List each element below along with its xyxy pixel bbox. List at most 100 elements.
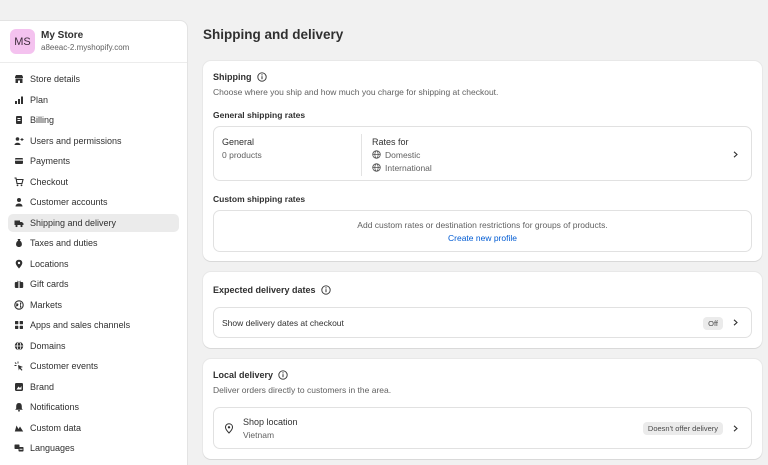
sidebar-item-shipping[interactable]: Shipping and delivery xyxy=(8,213,179,232)
zone-domestic: Domestic xyxy=(372,150,420,160)
sidebar-item-custom-data[interactable]: Custom data xyxy=(8,419,179,437)
info-icon[interactable] xyxy=(320,285,331,295)
sidebar-item-label: Domains xyxy=(30,340,66,351)
settings-nav: Store details Plan Billing Users and per… xyxy=(0,63,187,457)
sidebar-item-label: Shipping and delivery xyxy=(30,217,117,228)
sidebar-item-label: Store details xyxy=(30,74,81,84)
sidebar-item-label: Apps and sales channels xyxy=(30,320,131,330)
languages-icon xyxy=(14,443,24,453)
sidebar-item-label: Taxes and duties xyxy=(30,238,98,248)
events-icon xyxy=(14,361,24,371)
store-switcher[interactable]: MS My Store a8eeac-2.myshopify.com xyxy=(0,21,187,63)
sidebar-item-languages[interactable]: Languages xyxy=(8,439,179,457)
sidebar-item-billing[interactable]: Billing xyxy=(8,111,179,129)
sidebar-item-apps[interactable]: Apps and sales channels xyxy=(8,316,179,334)
sidebar-item-label: Customer accounts xyxy=(30,197,108,207)
expected-delivery-header: Expected delivery dates xyxy=(213,285,331,295)
zone-label: International xyxy=(385,163,432,173)
general-rates-heading: General shipping rates xyxy=(213,110,306,120)
sidebar-item-label: Users and permissions xyxy=(30,135,122,146)
domain-globe-icon xyxy=(14,340,24,351)
shipping-card-header: Shipping xyxy=(213,72,267,82)
sidebar-item-store-details[interactable]: Store details xyxy=(8,70,179,88)
status-badge: Off xyxy=(703,317,723,330)
sidebar-item-customer-events[interactable]: Customer events xyxy=(8,357,179,375)
zone-international: International xyxy=(372,163,432,173)
sidebar-item-label: Markets xyxy=(30,299,63,310)
sidebar-item-label: Brand xyxy=(30,381,55,392)
divider xyxy=(361,134,362,176)
payments-icon xyxy=(14,156,24,166)
sidebar-item-taxes[interactable]: Taxes and duties xyxy=(8,234,179,252)
globe-icon xyxy=(14,299,24,310)
chevron-right-icon xyxy=(733,425,738,432)
info-icon[interactable] xyxy=(256,72,267,82)
store-avatar: MS xyxy=(10,29,35,54)
bell-icon xyxy=(14,402,24,412)
globe-icon xyxy=(372,163,381,172)
shipping-description: Choose where you ship and how much you c… xyxy=(213,87,499,97)
expected-delivery-title: Expected delivery dates xyxy=(213,285,316,295)
globe-icon xyxy=(372,150,381,159)
local-delivery-description: Deliver orders directly to customers in … xyxy=(213,385,392,395)
location-pin-icon xyxy=(14,259,24,269)
sidebar-item-locations[interactable]: Locations xyxy=(8,255,179,273)
sidebar-item-label: Payments xyxy=(30,156,71,166)
store-url: a8eeac-2.myshopify.com xyxy=(41,42,130,52)
status-badge: Doesn't offer delivery xyxy=(642,422,723,435)
delivery-dates-label: Show delivery dates at checkout xyxy=(222,318,344,328)
rates-for-label: Rates for xyxy=(372,137,409,147)
sidebar-item-label: Billing xyxy=(30,115,55,125)
billing-icon xyxy=(14,115,24,125)
cart-icon xyxy=(14,176,24,187)
person-icon xyxy=(14,197,24,207)
sidebar-item-label: Customer events xyxy=(30,361,99,371)
sidebar-item-notifications[interactable]: Notifications xyxy=(8,398,179,416)
sidebar-item-users[interactable]: Users and permissions xyxy=(8,132,179,150)
profile-name: General xyxy=(222,137,255,147)
sidebar-item-brand[interactable]: Brand xyxy=(8,378,179,396)
local-delivery-header: Local delivery xyxy=(213,370,288,380)
gift-card-icon xyxy=(14,279,24,289)
sidebar-item-customer-accounts[interactable]: Customer accounts xyxy=(8,193,179,211)
store-icon xyxy=(14,74,24,84)
plan-icon xyxy=(14,95,24,105)
sidebar-item-plan[interactable]: Plan xyxy=(8,91,179,109)
expected-delivery-card: Expected delivery dates Show delivery da… xyxy=(203,272,762,348)
sidebar-item-label: Checkout xyxy=(30,176,69,187)
sidebar-item-label: Custom data xyxy=(30,422,82,433)
custom-data-icon xyxy=(14,423,24,433)
page-title: Shipping and delivery xyxy=(203,27,344,42)
custom-rates-text: Add custom rates or destination restrict… xyxy=(357,220,608,230)
location-pin-icon xyxy=(224,423,234,434)
create-profile-link[interactable]: Create new profile xyxy=(214,233,751,243)
sidebar-item-domains[interactable]: Domains xyxy=(8,337,179,355)
users-icon xyxy=(14,136,24,146)
tax-icon xyxy=(14,238,24,248)
local-delivery-card: Local delivery Deliver orders directly t… xyxy=(203,359,762,459)
shipping-card: Shipping Choose where you ship and how m… xyxy=(203,61,762,261)
local-delivery-title: Local delivery xyxy=(213,370,274,380)
sidebar-item-label: Languages xyxy=(30,443,75,453)
sidebar-item-checkout[interactable]: Checkout xyxy=(8,173,179,191)
sidebar-item-label: Notifications xyxy=(30,402,80,412)
store-name: My Store xyxy=(41,29,84,41)
sidebar-item-label: Locations xyxy=(30,258,69,269)
truck-icon xyxy=(14,218,24,228)
sidebar-item-markets[interactable]: Markets xyxy=(8,296,179,314)
delivery-dates-row[interactable]: Show delivery dates at checkout Off xyxy=(213,307,752,338)
sidebar-item-payments[interactable]: Payments xyxy=(8,152,179,170)
sidebar-item-gift-cards[interactable]: Gift cards xyxy=(8,275,179,293)
location-name: Shop location xyxy=(243,417,298,427)
info-icon[interactable] xyxy=(278,370,288,380)
general-profile-row[interactable]: General 0 products Rates for Domestic In… xyxy=(213,126,752,181)
settings-sidebar: MS My Store a8eeac-2.myshopify.com Store… xyxy=(0,20,188,465)
shipping-title: Shipping xyxy=(213,72,252,82)
profile-products: 0 products xyxy=(222,150,262,160)
chevron-right-icon xyxy=(733,151,738,158)
sidebar-item-label: Plan xyxy=(30,94,49,105)
shop-location-row[interactable]: Shop location Vietnam Doesn't offer deli… xyxy=(213,407,752,449)
brand-icon xyxy=(14,382,24,392)
apps-icon xyxy=(14,320,24,330)
sidebar-item-label: Gift cards xyxy=(30,279,69,289)
